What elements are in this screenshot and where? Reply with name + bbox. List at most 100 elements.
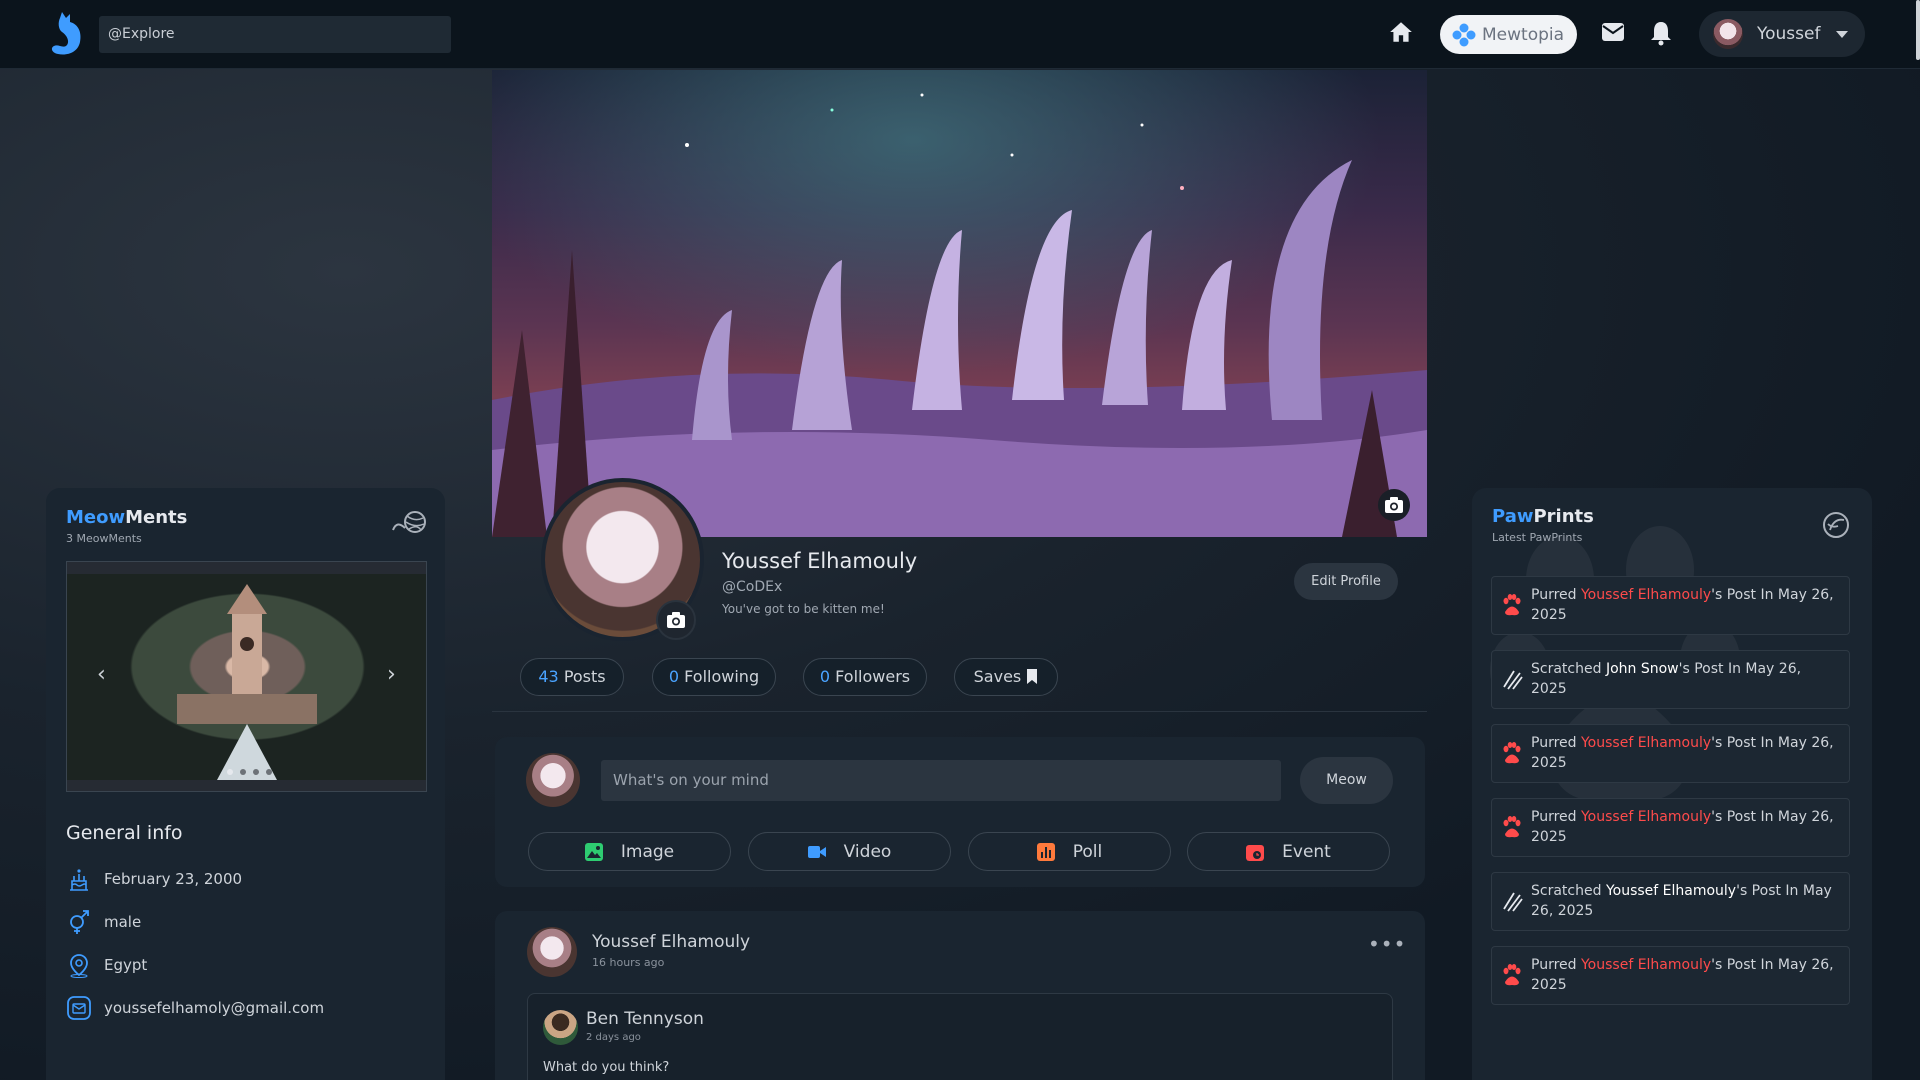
chevron-left-icon[interactable]: ‹	[97, 662, 106, 687]
more-options-icon[interactable]: •••	[1368, 932, 1406, 956]
carousel-dot[interactable]	[227, 769, 233, 775]
country-value: Egypt	[104, 956, 148, 974]
carousel-dot[interactable]	[253, 769, 259, 775]
pawprint-verb: Purred	[1531, 735, 1577, 751]
attach-poll-label: Poll	[1072, 841, 1103, 862]
attach-poll-button[interactable]: Poll	[968, 832, 1171, 871]
pawprint-item[interactable]: Purred Youssef Elhamouly's Post In May 2…	[1491, 724, 1850, 783]
pawprints-subtitle: Latest PawPrints	[1492, 531, 1583, 544]
home-icon[interactable]	[1388, 19, 1414, 45]
pawprint-verb: Scratched	[1531, 883, 1602, 899]
post-input[interactable]: What's on your mind	[601, 760, 1281, 801]
attach-video-button[interactable]: Video	[748, 832, 951, 871]
pawprint-item[interactable]: Scratched John Snow's Post In May 26, 20…	[1491, 650, 1850, 709]
pawprint-text: Purred Youssef Elhamouly's Post In May 2…	[1531, 955, 1841, 995]
post-author-name[interactable]: Youssef Elhamouly	[592, 932, 750, 952]
pawprint-user-link[interactable]: John Snow	[1606, 661, 1679, 677]
followers-count: 0	[819, 667, 831, 686]
shared-post-text: What do you think?	[543, 1060, 670, 1075]
top-navbar: @Explore Mewtopia Youssef	[0, 0, 1920, 69]
meowments-carousel[interactable]: ‹ ›	[66, 561, 427, 792]
bookmark-icon	[1027, 669, 1038, 684]
meowment-image	[67, 574, 426, 780]
birthday-value: February 23, 2000	[104, 870, 243, 888]
event-icon	[1246, 844, 1265, 861]
pawprint-item[interactable]: Scratched Youssef Elhamouly's Post In Ma…	[1491, 872, 1850, 931]
attach-image-button[interactable]: Image	[528, 832, 731, 871]
following-count: 0	[668, 667, 680, 686]
pawprint-text: Scratched Youssef Elhamouly's Post In Ma…	[1531, 881, 1841, 921]
pawprints-title: PawPrints	[1492, 506, 1594, 527]
camera-icon	[1385, 497, 1403, 513]
castle-illustration	[177, 584, 317, 780]
pawprint-item[interactable]: Purred Youssef Elhamouly's Post In May 2…	[1491, 576, 1850, 635]
pawprint-user-link[interactable]: Youssef Elhamouly	[1581, 809, 1711, 825]
meowments-title-rest: Ments	[125, 507, 188, 528]
avatar	[1713, 19, 1743, 49]
attach-video-label: Video	[843, 841, 892, 862]
pawprint-text: Purred Youssef Elhamouly's Post In May 2…	[1531, 807, 1841, 847]
pawprint-verb: Purred	[1531, 809, 1577, 825]
post-timestamp: 16 hours ago	[592, 956, 665, 969]
search-input[interactable]: @Explore	[99, 16, 451, 53]
pawprint-verb: Purred	[1531, 587, 1577, 603]
general-info-title: General info	[66, 822, 183, 844]
gender-row: male	[66, 909, 141, 935]
posts-label: Posts	[563, 667, 606, 686]
email-value[interactable]: youssefelhamoly@gmail.com	[104, 999, 324, 1017]
posts-stat[interactable]: 43 Posts	[520, 658, 624, 696]
chevron-right-icon[interactable]: ›	[387, 662, 396, 687]
saves-label: Saves	[973, 667, 1022, 686]
video-icon	[807, 845, 826, 858]
mewtopia-logo-icon	[1452, 23, 1476, 46]
meowments-title: MeowMents	[66, 507, 187, 528]
change-cover-button[interactable]	[1378, 489, 1410, 521]
pawprint-user-link[interactable]: Youssef Elhamouly	[1581, 587, 1711, 603]
attach-event-label: Event	[1282, 841, 1331, 862]
scrollbar[interactable]	[1916, 0, 1920, 60]
mewtopia-nav-button[interactable]: Mewtopia	[1440, 15, 1577, 54]
bell-icon[interactable]	[1649, 20, 1673, 46]
profile-handle: @CoDEx	[722, 579, 783, 595]
email-row: youssefelhamoly@gmail.com	[66, 995, 324, 1021]
user-menu[interactable]: Youssef	[1699, 11, 1865, 57]
pawprint-item[interactable]: Purred Youssef Elhamouly's Post In May 2…	[1491, 946, 1850, 1005]
following-label: Following	[684, 667, 760, 686]
pawprints-title-accent: Paw	[1492, 506, 1534, 527]
poll-icon	[1036, 842, 1055, 861]
mail-icon[interactable]	[1601, 21, 1625, 43]
edit-profile-button[interactable]: Edit Profile	[1294, 563, 1398, 600]
meow-button[interactable]: Meow	[1300, 757, 1393, 804]
pawprint-user-link[interactable]: Youssef Elhamouly	[1606, 883, 1736, 899]
email-icon	[67, 996, 91, 1020]
pawprint-user-link[interactable]: Youssef Elhamouly	[1581, 957, 1711, 973]
post-author-avatar[interactable]	[527, 927, 577, 977]
followers-stat[interactable]: 0 Followers	[803, 658, 927, 696]
change-avatar-button[interactable]	[656, 600, 696, 640]
image-icon	[584, 842, 603, 861]
following-stat[interactable]: 0 Following	[652, 658, 776, 696]
user-name: Youssef	[1757, 24, 1821, 44]
attach-event-button[interactable]: Event	[1187, 832, 1390, 871]
pawprints-title-rest: Prints	[1533, 506, 1594, 527]
shared-author-avatar[interactable]	[543, 1010, 578, 1045]
paw-icon	[1503, 816, 1521, 838]
carousel-dot[interactable]	[266, 769, 272, 775]
gender-icon	[70, 910, 89, 934]
shared-author-name[interactable]: Ben Tennyson	[586, 1009, 704, 1029]
profile-divider	[492, 711, 1427, 712]
country-row: Egypt	[66, 952, 147, 978]
pawprint-item[interactable]: Purred Youssef Elhamouly's Post In May 2…	[1491, 798, 1850, 857]
carousel-indicators	[227, 769, 272, 775]
pawprint-text: Purred Youssef Elhamouly's Post In May 2…	[1531, 585, 1841, 625]
pawprint-text: Scratched John Snow's Post In May 26, 20…	[1531, 659, 1841, 699]
cover-landscape-illustration	[492, 70, 1427, 537]
cat-logo-icon[interactable]	[48, 10, 86, 56]
saves-stat[interactable]: Saves	[954, 658, 1058, 696]
carousel-dot[interactable]	[240, 769, 246, 775]
cat-paw-icon	[1823, 512, 1849, 538]
attach-image-label: Image	[620, 841, 675, 862]
pawprint-verb: Scratched	[1531, 661, 1602, 677]
pawprint-user-link[interactable]: Youssef Elhamouly	[1581, 735, 1711, 751]
scratch-icon	[1503, 892, 1523, 912]
